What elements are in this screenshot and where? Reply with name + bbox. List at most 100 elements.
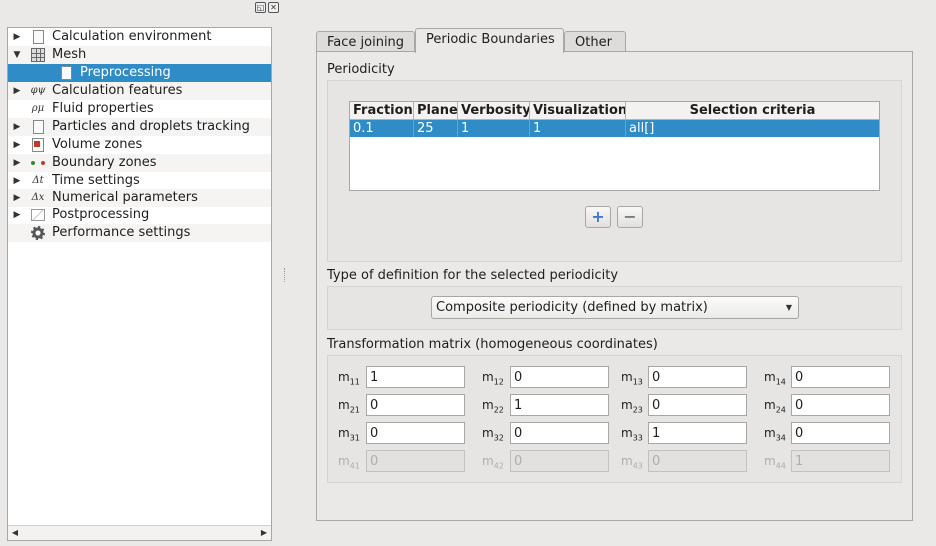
tree-item-time-settings[interactable]: ▶ Δt Time settings	[8, 172, 271, 190]
expand-arrow-icon[interactable]: ▶	[12, 172, 22, 190]
tree-item-label: Fluid properties	[52, 101, 154, 116]
matrix-field-m31[interactable]	[366, 422, 465, 444]
periodicity-table[interactable]: Fraction Plane Verbosity Visualization S…	[349, 101, 880, 191]
expand-arrow-icon[interactable]: ▶	[12, 28, 22, 46]
tree-item-label: Postprocessing	[52, 207, 150, 222]
definition-title: Type of definition for the selected peri…	[327, 268, 619, 283]
tab-other[interactable]: Other	[564, 31, 626, 52]
matrix-title: Transformation matrix (homogeneous coord…	[327, 337, 658, 352]
tree-item-boundary-zones[interactable]: ▶ Boundary zones	[8, 154, 271, 172]
cell-selection-criteria[interactable]: all[]	[626, 120, 879, 137]
collapse-arrow-icon[interactable]: ▼	[12, 46, 22, 64]
delta-t-icon: Δt	[32, 175, 44, 186]
phi-icon: φψ	[30, 85, 46, 96]
tree-item-label: Time settings	[52, 173, 140, 188]
scroll-left-icon[interactable]: ◀	[8, 526, 22, 540]
expand-arrow-icon[interactable]: ▶	[12, 189, 22, 207]
remove-button[interactable]: −	[617, 206, 643, 228]
matrix-label-m12: m12	[482, 370, 504, 387]
close-icon[interactable]: ✕	[268, 2, 279, 13]
tab-face-joining[interactable]: Face joining	[316, 31, 415, 52]
matrix-label-m31: m31	[338, 426, 360, 443]
tree-item-label: Volume zones	[52, 137, 143, 152]
tree-item-label: Preprocessing	[80, 65, 171, 80]
matrix-field-m13[interactable]	[648, 366, 747, 388]
tree-item-label: Calculation environment	[52, 29, 212, 44]
expand-arrow-icon[interactable]: ▶	[12, 118, 22, 136]
tree-item-fluid-properties[interactable]: ρμ Fluid properties	[8, 100, 271, 118]
cell-fraction[interactable]: 0.1	[350, 120, 414, 137]
matrix-field-m23[interactable]	[648, 394, 747, 416]
cell-plane[interactable]: 25	[414, 120, 458, 137]
tree-item-performance-settings[interactable]: Performance settings	[8, 224, 271, 242]
grid-icon	[30, 47, 46, 63]
matrix-field-m42	[510, 450, 609, 472]
matrix-label-m42: m42	[482, 454, 504, 471]
tree-item-label: Performance settings	[52, 225, 191, 240]
tree-item-numerical-parameters[interactable]: ▶ Δx Numerical parameters	[8, 189, 271, 207]
definition-type-select[interactable]: Composite periodicity (defined by matrix…	[431, 296, 799, 319]
tree-item-label: Calculation features	[52, 83, 183, 98]
chevron-down-icon: ▼	[785, 303, 792, 312]
tree-item-calculation-features[interactable]: ▶ φψ Calculation features	[8, 82, 271, 100]
matrix-field-m32[interactable]	[510, 422, 609, 444]
document-icon	[30, 119, 46, 135]
matrix-label-m43: m43	[621, 454, 643, 471]
matrix-field-m33[interactable]	[648, 422, 747, 444]
matrix-field-m24[interactable]	[791, 394, 890, 416]
navigation-tree[interactable]: ▶ Calculation environment ▼ Mesh Preprocessi…	[7, 27, 272, 541]
matrix-field-m11[interactable]	[366, 366, 465, 388]
tree-item-label: Boundary zones	[52, 155, 157, 170]
scroll-right-icon[interactable]: ▶	[257, 526, 271, 540]
matrix-label-m24: m24	[764, 398, 786, 415]
expand-arrow-icon[interactable]: ▶	[12, 82, 22, 100]
chart-icon	[30, 207, 46, 223]
matrix-label-m23: m23	[621, 398, 643, 415]
horizontal-scrollbar[interactable]: ◀ ▶	[8, 525, 271, 540]
tree-item-particles-and-droplets-tracking[interactable]: ▶ Particles and droplets tracking	[8, 118, 271, 136]
tree-item-calculation-environment[interactable]: ▶ Calculation environment	[8, 28, 271, 46]
column-header[interactable]: Selection criteria	[626, 102, 879, 119]
tree-item-postprocessing[interactable]: ▶ Postprocessing	[8, 206, 271, 224]
matrix-label-m32: m32	[482, 426, 504, 443]
periodicity-title: Periodicity	[327, 62, 395, 77]
column-header[interactable]: Visualization	[530, 102, 626, 119]
matrix-field-m41	[366, 450, 465, 472]
matrix-label-m14: m14	[764, 370, 786, 387]
cell-verbosity[interactable]: 1	[458, 120, 530, 137]
matrix-label-m11: m11	[338, 370, 360, 387]
matrix-field-m12[interactable]	[510, 366, 609, 388]
column-header[interactable]: Fraction	[350, 102, 414, 119]
column-header[interactable]: Verbosity	[458, 102, 530, 119]
matrix-field-m21[interactable]	[366, 394, 465, 416]
matrix-field-m43	[648, 450, 747, 472]
matrix-label-m21: m21	[338, 398, 360, 415]
expand-arrow-icon[interactable]: ▶	[12, 206, 22, 224]
splitter-handle[interactable]	[284, 268, 287, 282]
expand-arrow-icon[interactable]: ▶	[12, 154, 22, 172]
tab-periodic-boundaries[interactable]: Periodic Boundaries	[415, 28, 564, 53]
matrix-label-m41: m41	[338, 454, 360, 471]
cell-visualization[interactable]: 1	[530, 120, 626, 137]
matrix-label-m13: m13	[621, 370, 643, 387]
delta-x-icon: Δx	[31, 192, 45, 203]
matrix-field-m22[interactable]	[510, 394, 609, 416]
tree-item-volume-zones[interactable]: ▶ Volume zones	[8, 136, 271, 154]
add-button[interactable]: +	[585, 206, 611, 228]
matrix-label-m22: m22	[482, 398, 504, 415]
matrix-field-m14[interactable]	[791, 366, 890, 388]
matrix-field-m34[interactable]	[791, 422, 890, 444]
gear-icon	[30, 225, 46, 241]
float-icon[interactable]: ◱	[255, 2, 266, 13]
table-row[interactable]: 0.1 25 1 1 all[]	[350, 120, 879, 137]
expand-arrow-icon[interactable]: ▶	[12, 136, 22, 154]
document-icon	[58, 65, 74, 81]
tree-item-preprocessing[interactable]: Preprocessing	[8, 64, 271, 82]
matrix-label-m34: m34	[764, 426, 786, 443]
tree-item-label: Mesh	[52, 47, 87, 62]
matrix-field-m44	[791, 450, 890, 472]
column-header[interactable]: Plane	[414, 102, 458, 119]
definition-type-value: Composite periodicity (defined by matrix…	[436, 300, 708, 315]
table-header: Fraction Plane Verbosity Visualization S…	[350, 102, 879, 120]
tree-item-mesh[interactable]: ▼ Mesh	[8, 46, 271, 64]
